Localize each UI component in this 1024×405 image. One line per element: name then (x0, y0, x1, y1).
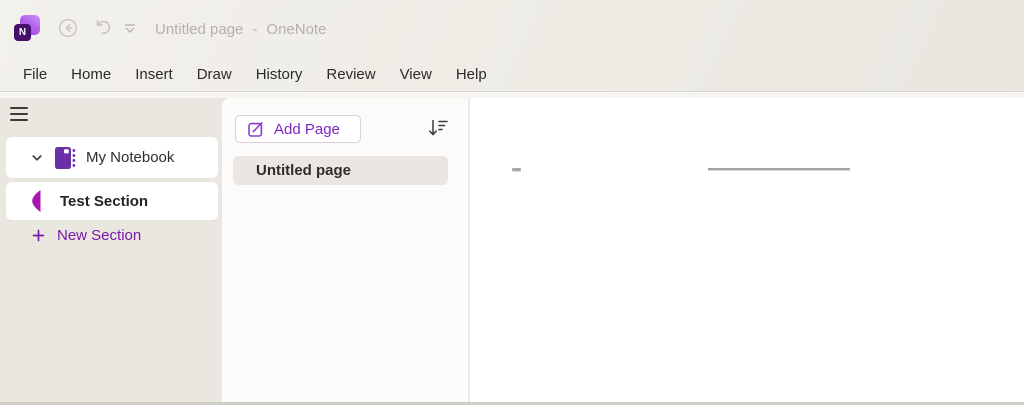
notebook-item[interactable]: My Notebook (6, 137, 218, 178)
menu-home[interactable]: Home (71, 66, 111, 83)
notebook-label: My Notebook (86, 149, 174, 166)
onenote-app-icon-letter: N (14, 24, 31, 41)
section-tab-icon (31, 189, 42, 213)
menu-help[interactable]: Help (456, 66, 487, 83)
window-title-page: Untitled page (155, 21, 243, 38)
plus-icon (32, 229, 45, 242)
menubar: File Home Insert Draw History Review Vie… (23, 56, 487, 92)
undo-button[interactable] (92, 17, 114, 39)
notebook-sidebar: My Notebook Test Section New Section (0, 98, 222, 402)
notebook-icon (54, 145, 77, 171)
add-page-label: Add Page (274, 121, 340, 138)
menu-file[interactable]: File (23, 66, 47, 83)
sidebar-item-test-section[interactable]: Test Section (6, 182, 218, 220)
app-body: My Notebook Test Section New Section (0, 98, 1024, 402)
page-title: Untitled page (256, 162, 351, 179)
sort-descending-icon (427, 117, 449, 139)
section-label: Test Section (60, 193, 148, 210)
back-circle-arrow-icon (58, 18, 78, 38)
window-title-app: OneNote (266, 21, 326, 38)
menu-draw[interactable]: Draw (197, 66, 232, 83)
ink-stroke-short (512, 168, 521, 171)
back-button[interactable] (58, 18, 78, 38)
chevron-down-overline-icon (122, 23, 138, 35)
ink-stroke-long (708, 168, 850, 170)
compose-icon (247, 120, 265, 138)
quick-access-toolbar-button[interactable] (122, 23, 138, 35)
new-section-button[interactable]: New Section (32, 225, 141, 245)
menu-review[interactable]: Review (326, 66, 375, 83)
page-list-panel: Add Page Untitled page (222, 98, 468, 402)
window-title: Untitled page-OneNote (155, 21, 326, 38)
navigation-menu-button[interactable] (10, 107, 28, 121)
menu-view[interactable]: View (400, 66, 432, 83)
add-page-button[interactable]: Add Page (235, 115, 361, 143)
undo-arrow-icon (92, 17, 114, 39)
chevron-down-icon (30, 151, 44, 165)
page-list-item[interactable]: Untitled page (233, 156, 448, 185)
onenote-app-icon: N (14, 15, 40, 41)
new-section-label: New Section (57, 227, 141, 244)
menu-history[interactable]: History (256, 66, 303, 83)
hamburger-icon (10, 107, 28, 109)
window-title-separator: - (252, 21, 257, 38)
ribbon: N Untitled page-OneNote (0, 0, 1024, 92)
page-list: Untitled page (233, 156, 448, 185)
menu-insert[interactable]: Insert (135, 66, 173, 83)
onenote-window: { "colors": { "accent_purple": "#7719aa"… (0, 0, 1024, 405)
note-canvas[interactable] (470, 98, 1024, 402)
sort-pages-button[interactable] (427, 117, 449, 139)
